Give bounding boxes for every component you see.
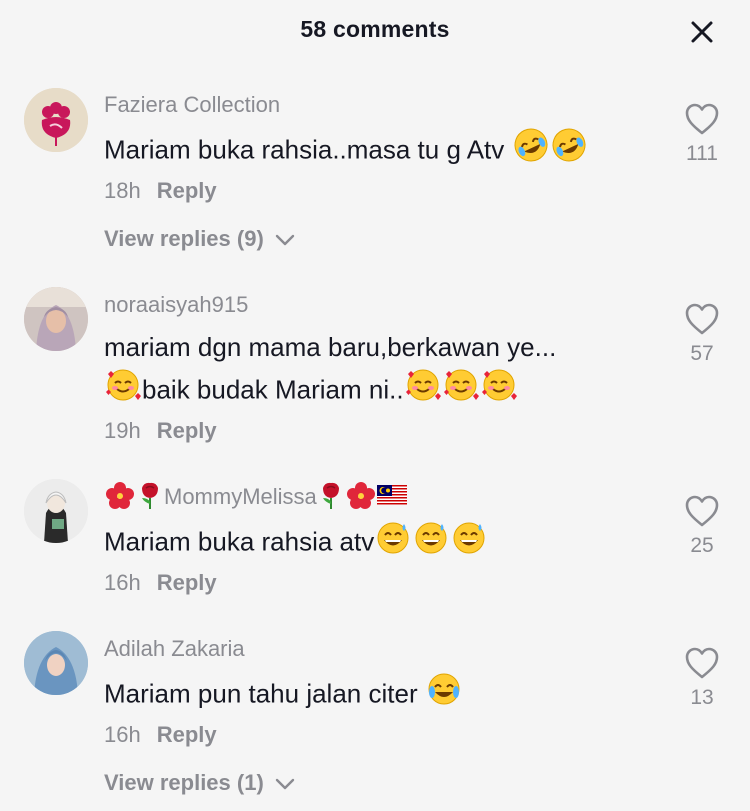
reply-button[interactable]: Reply [157,722,217,747]
like-button[interactable]: 13 [676,646,728,710]
tears-of-joy-emoji-icon [425,670,463,721]
heart-icon [685,647,719,679]
view-replies-label: View replies (1) [104,770,264,795]
comment-text: Mariam pun tahu jalan citer [104,670,463,721]
like-count: 13 [690,686,714,709]
avatar[interactable] [24,631,88,695]
comment-item: Adilah Zakaria Mariam pun tahu jalan cit… [0,0,750,811]
comment-text-content: Mariam pun tahu jalan citer [104,678,418,709]
comment-timestamp: 16h [104,722,141,747]
comment-meta: 16h Reply [104,722,217,748]
view-replies-button[interactable]: View replies (1) [104,770,296,796]
comments-sheet: 58 comments Faziera Collection Mariam bu… [0,0,750,811]
chevron-down-icon [275,778,295,790]
user-photo-avatar [24,631,88,695]
comment-username[interactable]: Adilah Zakaria [104,636,245,662]
